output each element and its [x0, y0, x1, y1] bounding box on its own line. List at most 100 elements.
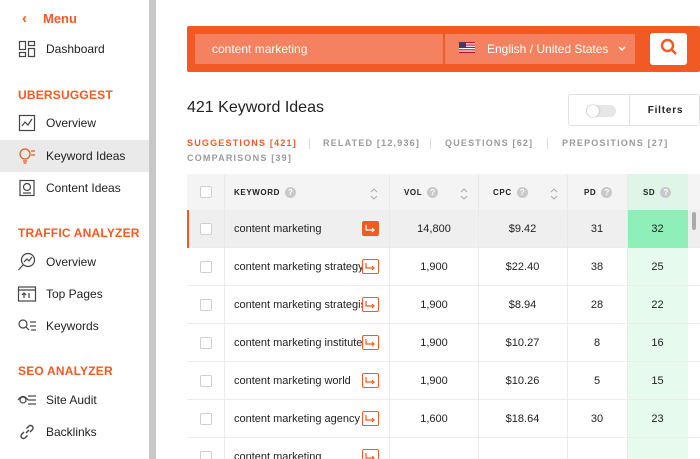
keyword-cell[interactable]: content marketing world [234, 362, 351, 400]
tab-comparisons[interactable]: COMPARISONS [39] [187, 153, 292, 163]
column-divider [567, 174, 568, 459]
open-keyword-icon[interactable] [362, 335, 379, 350]
column-header-sd[interactable]: SD ? [643, 174, 672, 210]
keyword-cell[interactable]: content marketing institute [234, 324, 362, 362]
sidebar-item-keywords[interactable]: Keywords [0, 310, 149, 342]
tab-divider [430, 138, 431, 149]
sidebar-item-label: Keywords [46, 319, 99, 333]
language-label: English / United States [487, 42, 609, 56]
menu-back[interactable]: ‹ Menu [22, 10, 77, 27]
row-checkbox[interactable] [200, 299, 212, 311]
row-checkbox[interactable] [200, 451, 212, 459]
section-title-ubersuggest: UBERSUGGEST [18, 88, 113, 102]
select-all-checkbox[interactable] [200, 186, 212, 198]
column-header-cpc[interactable]: CPC ? [493, 174, 528, 210]
sidebar-item-overview[interactable]: Overview [0, 107, 149, 139]
table-row[interactable]: content marketing world 1,900 $10.26 5 15 [187, 362, 700, 400]
search-button[interactable] [650, 33, 687, 65]
help-icon[interactable]: ? [284, 186, 296, 198]
sd-cell: 32 [627, 210, 688, 248]
tab-suggestions[interactable]: SUGGESTIONS [421] [187, 138, 297, 148]
table-row[interactable]: content marketing agency 1,600 $18.64 30 23 [187, 400, 700, 438]
menu-label: Menu [43, 11, 77, 26]
cpc-cell [478, 438, 567, 459]
content-icon [17, 178, 37, 198]
open-keyword-icon[interactable] [362, 373, 379, 388]
row-checkbox[interactable] [200, 223, 212, 235]
tab-divider [547, 138, 548, 149]
sd-cell: 23 [651, 413, 664, 425]
chevron-left-icon[interactable]: ‹ [22, 10, 27, 27]
table-row[interactable]: content marketing strategist 1,900 $8.94 28… [187, 286, 700, 324]
column-header-keyword[interactable]: KEYWORD ? [234, 174, 296, 210]
sort-icon[interactable] [370, 187, 378, 205]
search-icon [660, 38, 678, 61]
chevron-down-icon [617, 42, 627, 59]
sidebar-item-label: Overview [46, 116, 97, 130]
column-label: CPC [493, 187, 512, 197]
table-scrollbar[interactable] [692, 212, 696, 230]
keyword-cell[interactable]: content marketing [234, 438, 321, 459]
column-label: PD [584, 187, 597, 197]
pd-cell: 8 [593, 337, 601, 349]
keyword-cell[interactable]: content marketing [234, 210, 321, 248]
sort-icon[interactable] [460, 187, 468, 205]
row-checkbox[interactable] [200, 413, 212, 425]
sidebar-item-traffic-overview[interactable]: Overview [0, 246, 149, 278]
open-keyword-icon[interactable] [362, 449, 379, 459]
search-input[interactable]: content marketing [195, 34, 443, 64]
row-checkbox[interactable] [200, 261, 212, 273]
cpc-cell: $10.26 [505, 375, 540, 387]
open-keyword-icon[interactable] [362, 221, 379, 236]
keyword-cell[interactable]: content marketing strategist [234, 286, 369, 324]
row-checkbox[interactable] [200, 337, 212, 349]
open-keyword-icon[interactable] [362, 297, 379, 312]
keyword-cell[interactable]: content marketing agency [234, 400, 360, 438]
tab-prepositions[interactable]: PREPOSITIONS [27] [562, 138, 668, 148]
help-icon[interactable]: ? [516, 186, 528, 198]
search-bar: content marketing English / United State… [187, 26, 700, 72]
sidebar-item-keyword-ideas[interactable]: Keyword Ideas [0, 140, 149, 172]
keyword-cell[interactable]: content marketing strategy [234, 248, 364, 286]
sidebar-item-site-audit[interactable]: Site Audit [0, 384, 149, 416]
volume-cell: 14,800 [417, 223, 451, 235]
tab-questions[interactable]: QUESTIONS [62] [445, 138, 533, 148]
cpc-cell: $10.27 [505, 337, 540, 349]
column-divider [224, 174, 225, 459]
sidebar-item-label: Keyword Ideas [46, 149, 126, 163]
table-row[interactable]: content marketing [187, 438, 700, 459]
filters-button[interactable]: Filters [629, 95, 700, 125]
section-title-traffic-analyzer: TRAFFIC ANALYZER [18, 226, 140, 240]
sidebar-item-content-ideas[interactable]: Content Ideas [0, 172, 149, 204]
row-checkbox[interactable] [200, 375, 212, 387]
filters-toggle[interactable] [586, 105, 616, 117]
tab-divider [309, 138, 310, 149]
table-row[interactable]: content marketing institute 1,900 $10.27 8 1… [187, 324, 700, 362]
sidebar-item-top-pages[interactable]: Top Pages [0, 278, 149, 310]
help-icon[interactable]: ? [601, 186, 613, 198]
cpc-cell: $22.40 [505, 261, 540, 273]
table-row[interactable]: content marketing 14,800 $9.42 31 32 [187, 210, 700, 248]
language-select[interactable]: English / United States [445, 34, 635, 64]
sidebar-item-backlinks[interactable]: Backlinks [0, 416, 149, 448]
column-label: VOL [404, 187, 423, 197]
main-content: content marketing English / United State… [156, 0, 700, 459]
link-icon [17, 422, 37, 442]
site-audit-icon [17, 390, 37, 410]
column-header-vol[interactable]: VOL ? [404, 174, 439, 210]
open-keyword-icon[interactable] [362, 411, 379, 426]
volume-cell: 1,900 [420, 261, 448, 273]
sort-icon[interactable] [550, 187, 558, 205]
help-icon[interactable]: ? [660, 186, 672, 198]
help-icon[interactable]: ? [427, 186, 439, 198]
sidebar-item-label: Content Ideas [46, 181, 121, 195]
pd-cell [567, 438, 627, 459]
table-row[interactable]: content marketing strategy 1,900 $22.40 38 2… [187, 248, 700, 286]
magnifier-chart-icon [17, 252, 37, 272]
open-keyword-icon[interactable] [362, 259, 379, 274]
volume-cell: 1,900 [420, 299, 448, 311]
tab-related[interactable]: RELATED [12,936] [323, 138, 420, 148]
sidebar-item-dashboard[interactable]: Dashboard [0, 33, 149, 65]
column-header-pd[interactable]: PD ? [584, 174, 613, 210]
pd-cell: 30 [590, 413, 604, 425]
